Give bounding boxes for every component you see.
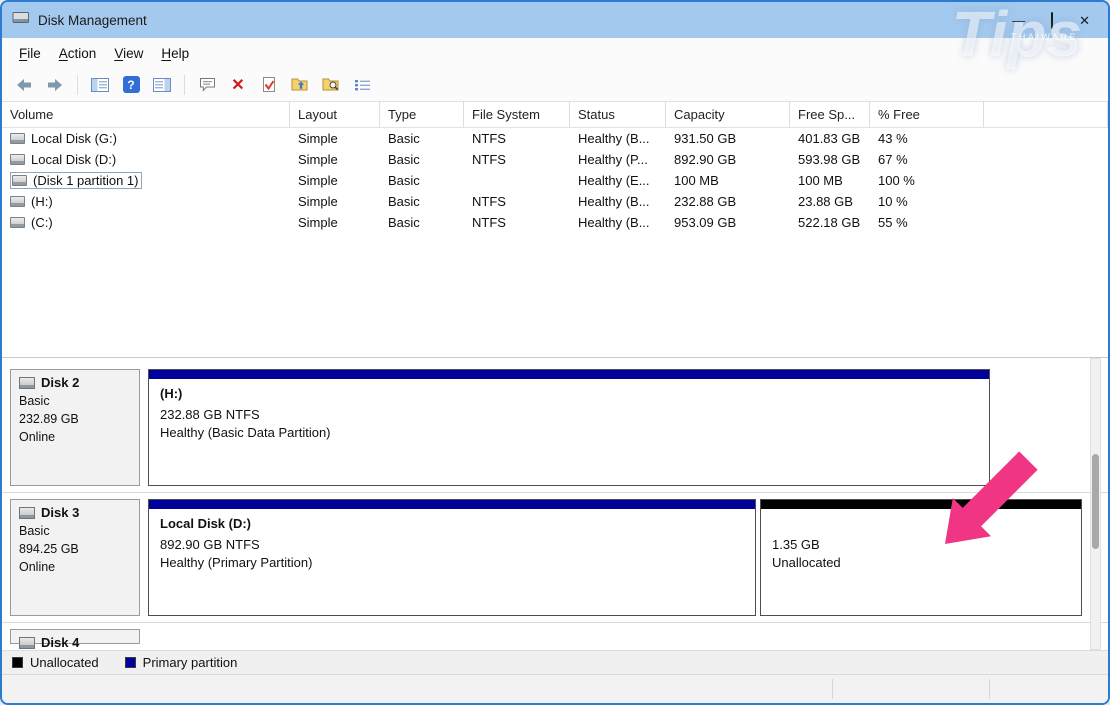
disk-drive-icon: [19, 377, 35, 389]
explore-folder-icon: [322, 77, 341, 92]
volume-row[interactable]: (H:) Simple Basic NTFS Healthy (B... 232…: [2, 191, 1108, 212]
details-list-button[interactable]: [348, 72, 376, 98]
disk-4-info-panel[interactable]: Disk 4: [10, 629, 140, 644]
primary-partition-strip: [149, 370, 989, 379]
disk-2-graph: (H:) 232.88 GB NTFS Healthy (Basic Data …: [148, 369, 1082, 486]
disk-3-graph: Local Disk (D:) 892.90 GB NTFS Healthy (…: [148, 499, 1082, 616]
volume-row[interactable]: Local Disk (G:) Simple Basic NTFS Health…: [2, 128, 1108, 149]
column-header-file-system[interactable]: File System: [464, 102, 570, 127]
back-button[interactable]: [10, 72, 38, 98]
volume-list-pane: Volume Layout Type File System Status Ca…: [2, 102, 1108, 358]
toolbar-separator: [77, 75, 78, 95]
window-controls: — ✕: [1012, 14, 1098, 27]
close-button[interactable]: ✕: [1079, 14, 1090, 27]
disk-2-row: Disk 2 Basic 232.89 GB Online (H:) 232.8…: [2, 363, 1108, 493]
status-separator: [832, 679, 833, 699]
legend-primary-partition: Primary partition: [125, 655, 238, 670]
graphical-view-pane: Disk 2 Basic 232.89 GB Online (H:) 232.8…: [2, 358, 1108, 650]
explore-folder-button[interactable]: [317, 72, 345, 98]
menu-help[interactable]: Help: [152, 42, 198, 65]
toolbar-separator: [184, 75, 185, 95]
column-header-status[interactable]: Status: [570, 102, 666, 127]
column-header-free-space[interactable]: Free Sp...: [790, 102, 870, 127]
disk-3-info-panel[interactable]: Disk 3 Basic 894.25 GB Online: [10, 499, 140, 616]
partition-d[interactable]: Local Disk (D:) 892.90 GB NTFS Healthy (…: [148, 499, 756, 616]
disk-drive-icon: [19, 507, 35, 519]
column-header-filler: [984, 102, 1108, 127]
folder-up-button[interactable]: [286, 72, 314, 98]
column-header-capacity[interactable]: Capacity: [666, 102, 790, 127]
disk-4-row: Disk 4: [2, 623, 1108, 650]
check-document-icon: [262, 76, 277, 93]
column-header-layout[interactable]: Layout: [290, 102, 380, 127]
back-icon: [15, 77, 33, 93]
disk-3-row: Disk 3 Basic 894.25 GB Online Local Disk…: [2, 493, 1108, 623]
column-header-volume[interactable]: Volume: [2, 102, 290, 127]
primary-partition-swatch: [125, 657, 136, 668]
details-list-icon: [354, 78, 371, 92]
legend-bar: Unallocated Primary partition: [2, 650, 1108, 674]
volume-disk-icon: [10, 154, 25, 165]
action-pane-icon: [153, 78, 171, 92]
disk-management-window: Disk Management — ✕ File Action View Hel…: [0, 0, 1110, 705]
volume-disk-icon: [12, 175, 27, 186]
delete-button[interactable]: ✕: [224, 72, 252, 98]
maximize-icon: [1051, 12, 1053, 29]
volume-list-header: Volume Layout Type File System Status Ca…: [2, 102, 1108, 128]
disk-drive-icon: [19, 637, 35, 649]
vertical-scrollbar[interactable]: [1090, 358, 1101, 650]
primary-partition-strip: [149, 500, 755, 509]
maximize-button[interactable]: [1051, 14, 1053, 27]
console-tree-icon: [91, 78, 109, 92]
forward-icon: [46, 77, 64, 93]
delete-icon: ✕: [231, 75, 244, 95]
check-document-button[interactable]: [255, 72, 283, 98]
app-drive-icon: [12, 10, 30, 30]
toolbar: ? ✕: [2, 68, 1108, 102]
menu-bar: File Action View Help: [2, 38, 1108, 68]
dialog-bubble-icon: [199, 77, 216, 92]
column-header-type[interactable]: Type: [380, 102, 464, 127]
dialog-button[interactable]: [193, 72, 221, 98]
title-bar: Disk Management — ✕: [2, 2, 1108, 38]
legend-unallocated: Unallocated: [12, 655, 99, 670]
help-button[interactable]: ?: [117, 72, 145, 98]
unallocated-strip: [761, 500, 1081, 509]
unallocated-space[interactable]: 1.35 GB Unallocated: [760, 499, 1082, 616]
volume-row[interactable]: (C:) Simple Basic NTFS Healthy (B... 953…: [2, 212, 1108, 233]
help-icon: ?: [123, 76, 140, 93]
unallocated-swatch: [12, 657, 23, 668]
scrollbar-thumb[interactable]: [1092, 454, 1099, 549]
selection-focus-box: (Disk 1 partition 1): [10, 172, 142, 189]
partition-h[interactable]: (H:) 232.88 GB NTFS Healthy (Basic Data …: [148, 369, 990, 486]
menu-file[interactable]: File: [10, 42, 50, 65]
action-pane-button[interactable]: [148, 72, 176, 98]
volume-disk-icon: [10, 217, 25, 228]
menu-action[interactable]: Action: [50, 42, 106, 65]
volume-row-selected[interactable]: (Disk 1 partition 1) Simple Basic Health…: [2, 170, 1108, 191]
forward-button[interactable]: [41, 72, 69, 98]
minimize-button[interactable]: —: [1012, 14, 1025, 27]
window-title: Disk Management: [38, 13, 147, 28]
status-separator: [989, 679, 990, 699]
menu-view[interactable]: View: [105, 42, 152, 65]
volume-disk-icon: [10, 133, 25, 144]
column-header-pct-free[interactable]: % Free: [870, 102, 984, 127]
disk-2-info-panel[interactable]: Disk 2 Basic 232.89 GB Online: [10, 369, 140, 486]
console-tree-button[interactable]: [86, 72, 114, 98]
volume-disk-icon: [10, 196, 25, 207]
folder-up-icon: [291, 77, 310, 92]
volume-row[interactable]: Local Disk (D:) Simple Basic NTFS Health…: [2, 149, 1108, 170]
status-bar: [2, 674, 1108, 703]
